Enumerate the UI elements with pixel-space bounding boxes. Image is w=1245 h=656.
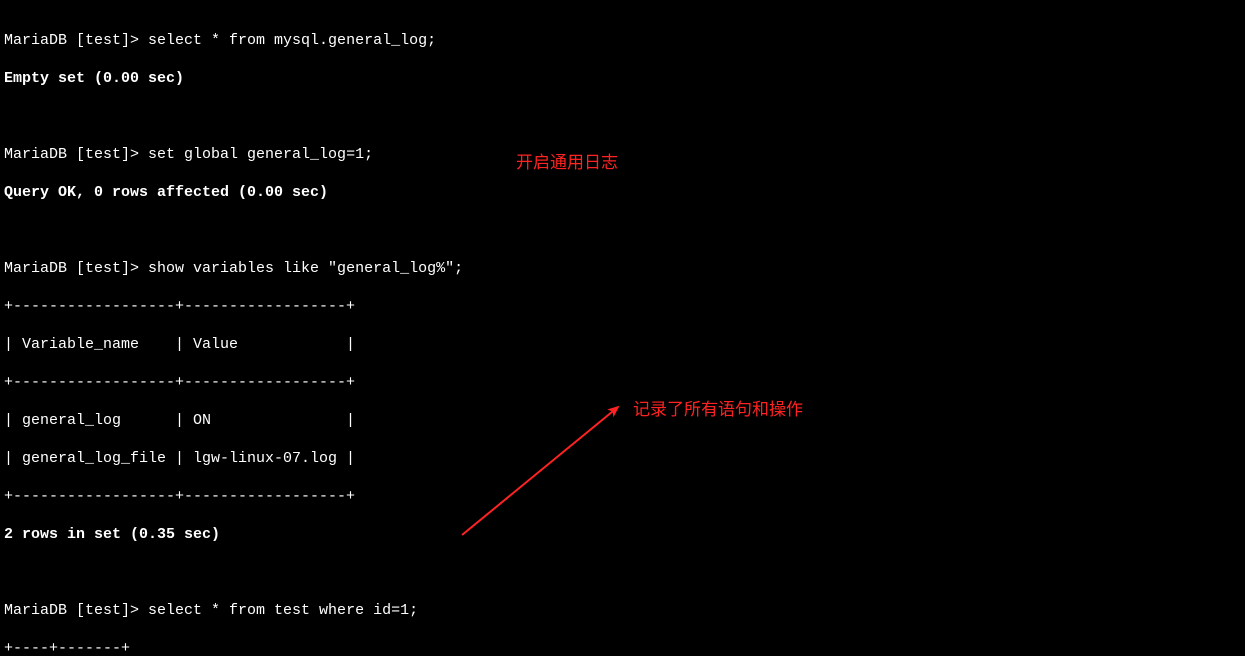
prompt: MariaDB [test]> bbox=[4, 146, 148, 163]
prompt: MariaDB [test]> bbox=[4, 260, 148, 277]
prompt: MariaDB [test]> bbox=[4, 32, 148, 49]
prompt-line: MariaDB [test]> select * from mysql.gene… bbox=[4, 31, 1245, 50]
table-header: | Variable_name | Value | bbox=[4, 335, 1245, 354]
blank-line bbox=[4, 107, 1245, 126]
table-row: | general_log | ON | bbox=[4, 411, 1245, 430]
prompt-line: MariaDB [test]> set global general_log=1… bbox=[4, 145, 1245, 164]
prompt-line: MariaDB [test]> show variables like "gen… bbox=[4, 259, 1245, 278]
blank-line bbox=[4, 221, 1245, 240]
sql-query: show variables like "general_log%"; bbox=[148, 260, 463, 277]
sql-query: select * from test where id=1; bbox=[148, 602, 418, 619]
result-text: Query OK, 0 rows affected (0.00 sec) bbox=[4, 183, 1245, 202]
table-sep: +------------------+------------------+ bbox=[4, 297, 1245, 316]
prompt: MariaDB [test]> bbox=[4, 602, 148, 619]
table-sep: +----+-------+ bbox=[4, 639, 1245, 656]
result-text: 2 rows in set (0.35 sec) bbox=[4, 525, 1245, 544]
table-sep: +------------------+------------------+ bbox=[4, 373, 1245, 392]
table-row: | general_log_file | lgw-linux-07.log | bbox=[4, 449, 1245, 468]
result-text: Empty set (0.00 sec) bbox=[4, 69, 1245, 88]
blank-line bbox=[4, 563, 1245, 582]
terminal-output[interactable]: MariaDB [test]> select * from mysql.gene… bbox=[0, 0, 1245, 656]
sql-query: set global general_log=1; bbox=[148, 146, 373, 163]
prompt-line: MariaDB [test]> select * from test where… bbox=[4, 601, 1245, 620]
sql-query: select * from mysql.general_log; bbox=[148, 32, 436, 49]
table-sep: +------------------+------------------+ bbox=[4, 487, 1245, 506]
